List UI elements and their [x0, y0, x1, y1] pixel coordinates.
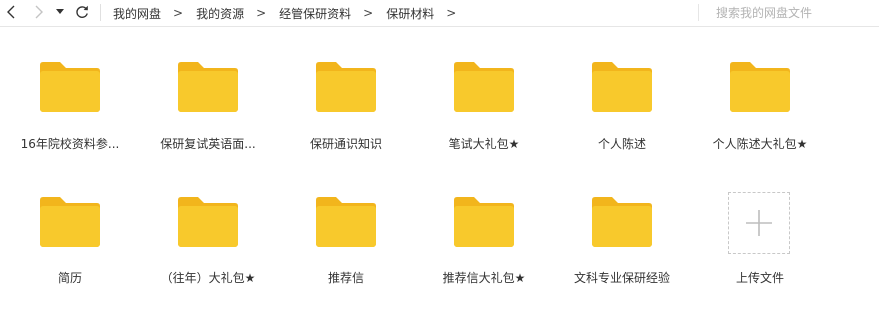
toolbar: 我的网盘 > 我的资源 > 经管保研资料 > 保研材料 > [0, 0, 879, 27]
folder-icon [592, 197, 652, 247]
refresh-button[interactable] [73, 3, 91, 21]
folder-item[interactable]: 推荐信 [286, 197, 406, 317]
folder-icon [592, 62, 652, 112]
folder-name: 推荐信大礼包★ [442, 271, 526, 285]
folder-item[interactable]: 个人陈述大礼包★ [700, 62, 820, 182]
breadcrumb-item-econ-materials[interactable]: 经管保研资料 [279, 5, 351, 22]
folder-item[interactable]: （往年）大礼包★ [148, 197, 268, 317]
caret-down-icon [56, 9, 64, 14]
folder-name: 16年院校资料参... [20, 137, 120, 151]
folder-item[interactable]: 保研通识知识 [286, 62, 406, 182]
breadcrumb-item-current[interactable]: 保研材料 [386, 5, 434, 22]
folder-icon [316, 62, 376, 112]
folder-icon [316, 197, 376, 247]
folder-item[interactable]: 推荐信大礼包★ [424, 197, 544, 317]
folder-item[interactable]: 保研复试英语面... [148, 62, 268, 182]
folder-item[interactable]: 个人陈述 [562, 62, 682, 182]
toolbar-divider [100, 4, 101, 21]
search-divider [698, 4, 699, 21]
folder-icon [40, 197, 100, 247]
folder-name: 个人陈述大礼包★ [712, 137, 808, 151]
folder-item[interactable]: 文科专业保研经验 [562, 197, 682, 317]
breadcrumb-separator: > [446, 6, 457, 20]
folder-item[interactable]: 简历 [10, 197, 130, 317]
refresh-icon [76, 5, 88, 18]
folder-name: 笔试大礼包★ [448, 137, 520, 151]
plus-icon [746, 210, 772, 236]
folder-name: 个人陈述 [597, 137, 646, 151]
back-button[interactable] [2, 3, 20, 21]
folder-icon [454, 197, 514, 247]
chevron-left-icon [7, 5, 15, 19]
folder-name: 简历 [57, 271, 82, 285]
breadcrumb-item-my-resources[interactable]: 我的资源 [196, 5, 244, 22]
folder-name: 保研通识知识 [309, 137, 382, 151]
breadcrumb-item-my-drive[interactable]: 我的网盘 [113, 5, 161, 22]
breadcrumb-separator: > [173, 6, 184, 20]
upload-button[interactable] [728, 192, 790, 254]
folder-icon [40, 62, 100, 112]
folder-item[interactable]: 16年院校资料参... [10, 62, 130, 182]
history-dropdown-button[interactable] [53, 3, 67, 21]
folder-name: 推荐信 [327, 271, 364, 285]
breadcrumb-separator: > [363, 6, 374, 20]
upload-label: 上传文件 [735, 271, 784, 285]
folder-item[interactable]: 笔试大礼包★ [424, 62, 544, 182]
folder-name: （往年）大礼包★ [160, 271, 256, 285]
breadcrumb-separator: > [256, 6, 267, 20]
search-input[interactable] [706, 3, 879, 23]
folder-icon [178, 197, 238, 247]
folder-icon [178, 62, 238, 112]
folder-name: 文科专业保研经验 [573, 271, 670, 285]
upload-item[interactable]: 上传文件 [700, 192, 820, 312]
folder-name: 保研复试英语面... [160, 137, 256, 151]
breadcrumb: 我的网盘 > 我的资源 > 经管保研资料 > 保研材料 > [113, 0, 469, 26]
folder-icon [454, 62, 514, 112]
chevron-right-icon [35, 5, 43, 19]
folder-icon [730, 62, 790, 112]
forward-button[interactable] [30, 3, 48, 21]
